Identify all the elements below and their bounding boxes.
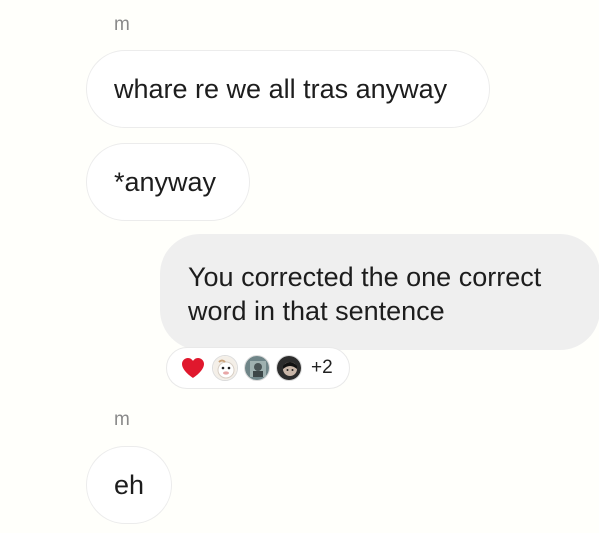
message-text: whare re we all tras anyway [114, 74, 448, 104]
reaction-avatar-1 [211, 354, 239, 382]
message-text: eh [114, 470, 145, 500]
outgoing-message-bubble[interactable]: You corrected the one correct word in th… [160, 234, 599, 350]
heart-icon [179, 354, 207, 382]
sender-name: m [114, 409, 131, 430]
incoming-message-bubble[interactable]: *anyway [86, 143, 250, 221]
reaction-avatar-3 [275, 354, 303, 382]
incoming-message-bubble[interactable]: whare re we all tras anyway [86, 50, 490, 128]
reactions-bar[interactable]: +2 [166, 347, 350, 389]
avatar-icon [212, 355, 238, 381]
reaction-avatar-2 [243, 354, 271, 382]
avatar-icon [244, 355, 270, 381]
avatar-icon [276, 355, 302, 381]
incoming-message-bubble[interactable]: eh [86, 446, 172, 524]
message-text-line: word in that sentence [188, 296, 445, 326]
reaction-extra-count: +2 [311, 357, 333, 378]
message-text-line: You corrected the one correct [188, 262, 542, 292]
message-text: *anyway [114, 167, 217, 197]
sender-name: m [114, 14, 131, 35]
